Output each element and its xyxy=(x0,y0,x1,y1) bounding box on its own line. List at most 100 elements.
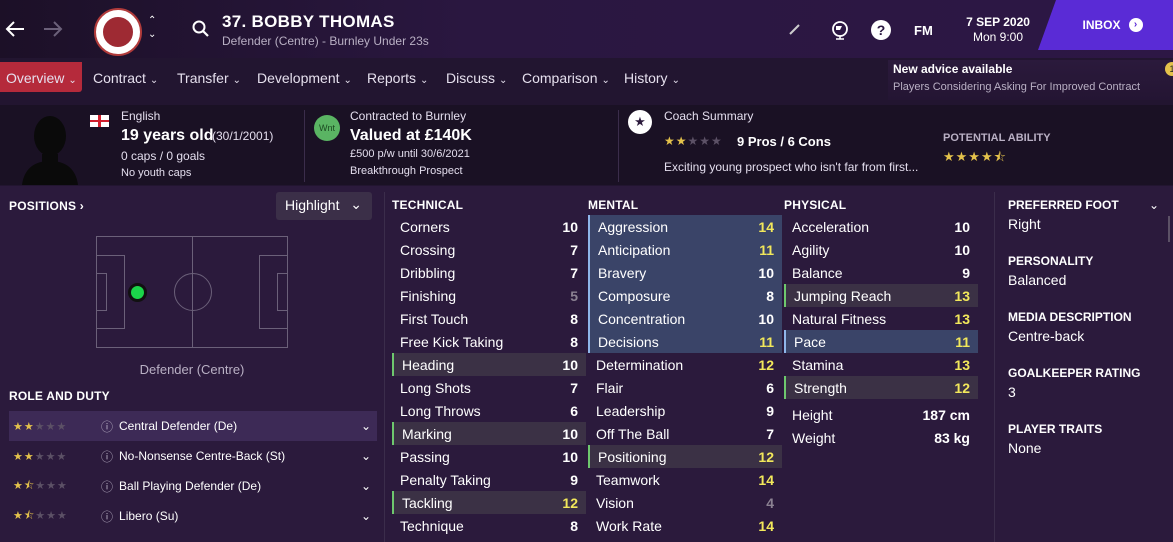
menu-discuss[interactable]: Discuss ⌄ xyxy=(446,70,507,86)
attr-value: 14 xyxy=(758,218,774,235)
attribute-row[interactable]: Corners 10 xyxy=(392,215,586,238)
pencil-icon[interactable] xyxy=(788,22,802,39)
role-name: No-Nonsense Centre-Back (St) xyxy=(119,449,286,463)
attribute-row[interactable]: Tackling 12 xyxy=(392,491,586,514)
menu-reports[interactable]: Reports ⌄ xyxy=(367,70,428,86)
badge-scroll-icon[interactable]: ⌃ ⌄ xyxy=(148,14,156,42)
attribute-row[interactable]: Anticipation 11 xyxy=(588,238,782,261)
attribute-row[interactable]: Dribbling 7 xyxy=(392,261,586,284)
attr-value: 10 xyxy=(954,218,970,235)
attribute-row[interactable]: Natural Fitness 13 xyxy=(784,307,978,330)
highlight-dropdown[interactable]: Highlight ⌄ xyxy=(276,192,372,220)
menu-comparison[interactable]: Comparison ⌄ xyxy=(522,70,610,86)
search-icon[interactable] xyxy=(192,20,210,41)
chevron-down-icon: ⌄ xyxy=(68,75,77,86)
roles-title: ROLE AND DUTY xyxy=(9,389,110,403)
personality-label: PERSONALITY xyxy=(1008,254,1094,268)
chevron-down-icon[interactable]: ⌄ xyxy=(1149,198,1159,212)
attribute-row[interactable]: Free Kick Taking 8 xyxy=(392,330,586,353)
scrollbar[interactable] xyxy=(1168,216,1170,242)
advice-banner[interactable]: New advice available Players Considering… xyxy=(888,60,1173,100)
attribute-row[interactable]: Finishing 5 xyxy=(392,284,586,307)
attribute-row[interactable]: Teamwork 14 xyxy=(588,468,782,491)
nationality: English xyxy=(121,109,161,123)
attribute-row[interactable]: Jumping Reach 13 xyxy=(784,284,978,307)
attr-name: Dribbling xyxy=(400,264,456,281)
attribute-row[interactable]: Aggression 14 xyxy=(588,215,782,238)
media-value: Centre-back xyxy=(1008,328,1085,344)
attribute-row[interactable]: Off The Ball 7 xyxy=(588,422,782,445)
attribute-row[interactable]: Technique 8 xyxy=(392,514,586,537)
attribute-row[interactable]: Passing 10 xyxy=(392,445,586,468)
role-row[interactable]: ★⯪★★★ ⓘ Ball Playing Defender (De) ⌄ xyxy=(9,471,377,501)
role-stars: ★★★★★ xyxy=(13,450,68,463)
attr-value: 13 xyxy=(954,356,970,373)
attribute-row[interactable]: Determination 12 xyxy=(588,353,782,376)
attribute-row[interactable]: Positioning 12 xyxy=(588,445,782,468)
attribute-row[interactable]: Concentration 10 xyxy=(588,307,782,330)
role-row[interactable]: ★⯪★★★ ⓘ Libero (Su) ⌄ xyxy=(9,501,377,531)
arrow-right-icon[interactable] xyxy=(42,18,64,45)
attribute-row[interactable]: Acceleration 10 xyxy=(784,215,978,238)
attr-value: 4 xyxy=(766,494,774,511)
menu-transfer[interactable]: Transfer ⌄ xyxy=(177,70,241,86)
divider xyxy=(618,110,619,182)
attribute-row[interactable]: Pace 11 xyxy=(784,330,978,353)
role-row[interactable]: ★★★★★ ⓘ Central Defender (De) ⌄ xyxy=(9,411,377,441)
menu-history[interactable]: History ⌄ xyxy=(624,70,680,86)
menu-overview-label: Overview xyxy=(6,70,65,86)
attribute-row[interactable]: Work Rate 14 xyxy=(588,514,782,537)
positions-title[interactable]: POSITIONS › xyxy=(9,199,84,213)
attr-value: 10 xyxy=(758,310,774,327)
menu-discuss-label: Discuss xyxy=(446,70,496,86)
attribute-row[interactable]: Long Shots 7 xyxy=(392,376,586,399)
fm-logo[interactable]: FM xyxy=(914,23,933,38)
attr-value: 12 xyxy=(758,356,774,373)
attribute-row[interactable]: Heading 10 xyxy=(392,353,586,376)
attribute-row[interactable]: Stamina 13 xyxy=(784,353,978,376)
globe-icon[interactable] xyxy=(830,20,850,43)
attribute-row[interactable]: Strength 12 xyxy=(784,376,978,399)
time-label: Mon 9:00 xyxy=(972,30,1024,44)
attribute-row[interactable]: Penalty Taking 9 xyxy=(392,468,586,491)
attribute-row[interactable]: Agility 10 xyxy=(784,238,978,261)
menu-reports-label: Reports xyxy=(367,70,417,86)
attribute-row[interactable]: Vision 4 xyxy=(588,491,782,514)
chevron-down-icon: ⌄ xyxy=(601,75,610,86)
attr-name: Teamwork xyxy=(596,471,660,488)
role-row[interactable]: ★★★★★ ⓘ No-Nonsense Centre-Back (St) ⌄ xyxy=(9,441,377,471)
menu-transfer-label: Transfer xyxy=(177,70,229,86)
weight-label: Weight xyxy=(792,429,836,446)
inbox-button[interactable]: INBOX › xyxy=(1038,0,1173,50)
divider xyxy=(384,192,385,542)
player-value: Valued at £140K xyxy=(350,127,472,144)
game-date[interactable]: 7 SEP 2020 Mon 9:00 xyxy=(958,15,1038,45)
chevron-down-icon: ⌄ xyxy=(420,75,429,86)
gk-rating-label: GOALKEEPER RATING xyxy=(1008,366,1141,380)
menu-contract[interactable]: Contract ⌄ xyxy=(93,70,158,86)
chevron-down-icon: ⌄ xyxy=(671,75,680,86)
attribute-row[interactable]: Crossing 7 xyxy=(392,238,586,261)
club-badge[interactable] xyxy=(94,8,142,56)
attr-value: 12 xyxy=(954,379,970,396)
attribute-row[interactable]: Decisions 11 xyxy=(588,330,782,353)
menu-overview[interactable]: Overview ⌄ xyxy=(6,70,77,86)
attribute-row[interactable]: Long Throws 6 xyxy=(392,399,586,422)
arrow-left-icon[interactable] xyxy=(4,18,26,45)
menu-comparison-label: Comparison xyxy=(522,70,598,86)
attribute-row[interactable]: Marking 10 xyxy=(392,422,586,445)
england-flag-icon xyxy=(90,115,109,127)
help-icon[interactable]: ? xyxy=(871,20,891,40)
attr-name: Decisions xyxy=(598,333,659,350)
menu-development[interactable]: Development ⌄ xyxy=(257,70,352,86)
physical-list: Acceleration 10 Agility 10 Balance 9 Jumpin… xyxy=(784,215,978,449)
attribute-row[interactable]: Flair 6 xyxy=(588,376,782,399)
attribute-row[interactable]: First Touch 8 xyxy=(392,307,586,330)
attribute-row[interactable]: Bravery 10 xyxy=(588,261,782,284)
attribute-row[interactable]: Composure 8 xyxy=(588,284,782,307)
attribute-row[interactable]: Leadership 9 xyxy=(588,399,782,422)
traits-value: None xyxy=(1008,440,1042,456)
attribute-row[interactable]: Balance 9 xyxy=(784,261,978,284)
roles-list: ★★★★★ ⓘ Central Defender (De) ⌄ ★★★★★ ⓘ No-No… xyxy=(9,411,377,531)
chevron-down-icon: ⌄ xyxy=(360,449,371,463)
